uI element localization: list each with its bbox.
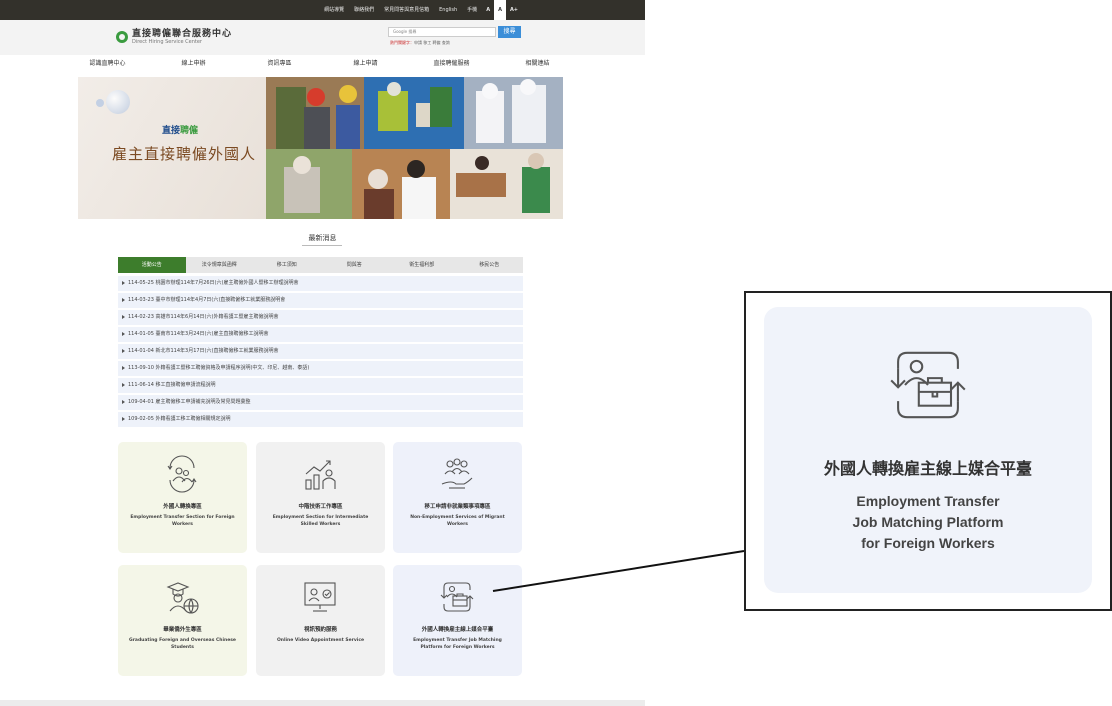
video-monitor-icon <box>304 582 336 612</box>
news-item[interactable]: 114-01-04 新北市114年3月17日(六)直接聘僱移工就業服務說明會 <box>118 344 523 359</box>
news-item[interactable]: 114-02-23 高雄市114年6月14日(六)外籍看護工暨雇主聘僱說明會 <box>118 310 523 325</box>
card-non-employment[interactable]: 移工申請非就業類事項專區 Non-Employment Services of … <box>393 442 522 553</box>
topbar-link-contact[interactable]: 聯絡我們 <box>349 0 379 20</box>
font-size-small-button[interactable]: A <box>482 0 494 20</box>
hot-keywords-label: 熱門關鍵字： <box>390 40 414 45</box>
hero-banner[interactable]: 直接聘僱 雇主直接聘僱外國人 <box>78 77 563 219</box>
card-job-matching[interactable]: 外國人轉換雇主線上媒合平臺 Employment Transfer Job Ma… <box>393 565 522 676</box>
tab-regulations[interactable]: 法令規章與函釋 <box>186 257 254 273</box>
logo-mark-icon <box>116 31 128 43</box>
tab-activities[interactable]: 活動公告 <box>118 257 186 273</box>
card-title: 視訊預約服務 <box>303 627 337 633</box>
font-size-medium-button[interactable]: A <box>494 0 506 20</box>
nav-item-service[interactable]: 直接聘僱服務 <box>409 55 495 73</box>
card-subtitle: Employment Transfer Job Matching Platfor… <box>413 638 502 650</box>
decor-bubble-small <box>96 99 104 107</box>
site-name-en: Direct Hiring Service Center <box>132 39 202 45</box>
news-item[interactable]: 113-09-10 外籍看護工暨移工聘僱資格及申請程序說明(中文、印尼、越南、泰… <box>118 361 523 376</box>
topbar-link-faq[interactable]: 常見問答與意見信箱 <box>379 0 434 20</box>
news-item[interactable]: 109-02-05 外籍看護工移工聘僱相關規定說明 <box>118 412 523 427</box>
nav-item-info[interactable]: 資訊專區 <box>237 55 323 73</box>
site-logo[interactable]: 直接聘僱聯合服務中心 Direct Hiring Service Center <box>116 29 232 45</box>
banner-text-panel: 直接聘僱 雇主直接聘僱外國人 <box>78 77 268 219</box>
decor-bubble <box>106 90 130 114</box>
card-subtitle: Online Video Appointment Service <box>276 638 365 643</box>
transfer-people-icon <box>167 455 197 493</box>
tab-worker-notes[interactable]: 移工須知 <box>253 257 321 273</box>
website-screenshot: 網站導覽 聯絡我們 常見問答與意見信箱 English 手機 A A A+ 直接… <box>0 0 645 706</box>
graduate-globe-icon <box>166 582 199 614</box>
font-size-large-button[interactable]: A+ <box>506 0 522 20</box>
tab-qa[interactable]: 問與答 <box>321 257 389 273</box>
search-button[interactable]: 搜尋 <box>498 26 521 38</box>
tab-health[interactable]: 衛生福利部 <box>388 257 456 273</box>
tab-immigration[interactable]: 移民公告 <box>456 257 524 273</box>
card-title: 中階技術工作專區 <box>298 504 343 510</box>
card-transfer-section[interactable]: 外國人轉換專區 Employment Transfer Section for … <box>118 442 247 553</box>
zoom-subtitle-line1: Employment Transfer <box>856 493 1000 509</box>
job-matching-icon <box>890 351 966 419</box>
zoom-card-title: 外國人轉換雇主線上媒合平臺 <box>823 461 1032 478</box>
news-item[interactable]: 114-01-05 臺南市114年3月24日(六)雇主直接聘僱移工說明會 <box>118 327 523 342</box>
zoom-subtitle-line2: Job Matching Platform <box>852 514 1004 530</box>
nav-item-apply[interactable]: 線上申請 <box>323 55 409 73</box>
nav-item-about[interactable]: 認識直聘中心 <box>65 55 151 73</box>
site-header: 直接聘僱聯合服務中心 Direct Hiring Service Center … <box>0 20 645 55</box>
card-subtitle: Non-Employment Services of Migrant Worke… <box>410 515 505 527</box>
card-subtitle: Employment Transfer Section for Foreign … <box>130 515 235 527</box>
news-tabs: 活動公告 法令規章與函釋 移工須知 問與答 衛生福利部 移民公告 <box>118 257 523 273</box>
job-matching-icon <box>440 582 474 612</box>
banner-logo: 直接聘僱 <box>162 123 198 136</box>
news-section-title: 最新消息 <box>308 234 337 242</box>
main-nav: 認識直聘中心 線上申辦 資訊專區 線上申請 直接聘僱服務 相關連結 <box>0 55 645 73</box>
card-intermediate-skilled[interactable]: 中階技術工作專區 Employment Section for Intermed… <box>256 442 385 553</box>
news-item[interactable]: 114-05-25 桃園市辦理114年7月26日(六)雇主聘僱外國人暨移工辦理說… <box>118 276 523 291</box>
site-name: 直接聘僱聯合服務中心 <box>132 29 233 39</box>
zoom-callout: 外國人轉換雇主線上媒合平臺 Employment Transfer Job Ma… <box>744 291 1112 611</box>
news-item[interactable]: 111-06-14 移工直接聘僱申請流程說明 <box>118 378 523 393</box>
growth-chart-icon <box>305 460 336 490</box>
news-item[interactable]: 114-03-23 臺中市辦理114年4月7日(六)直接聘僱移工就業服務說明會 <box>118 293 523 308</box>
banner-logo-text: 直接 <box>162 126 181 136</box>
hot-keywords: 熱門關鍵字：申請 移工 聘僱 查詢 <box>390 40 450 46</box>
hot-keywords-list[interactable]: 申請 移工 聘僱 查詢 <box>414 40 450 45</box>
search-input[interactable]: Google 搜尋 <box>388 27 496 37</box>
nav-item-links[interactable]: 相關連結 <box>495 55 581 73</box>
card-subtitle: Employment Section for Intermediate Skil… <box>272 515 369 527</box>
topbar-link-english[interactable]: English <box>434 0 462 20</box>
news-title-underline <box>302 245 342 246</box>
news-item[interactable]: 109-04-01 雇主聘僱移工申請補充說明及常見問題彙整 <box>118 395 523 410</box>
banner-logo-text2: 聘僱 <box>180 126 199 136</box>
card-video-appointment[interactable]: 視訊預約服務 Online Video Appointment Service <box>256 565 385 676</box>
group-hand-icon <box>441 458 473 489</box>
zoomed-job-matching-card[interactable]: 外國人轉換雇主線上媒合平臺 Employment Transfer Job Ma… <box>764 307 1092 593</box>
top-utility-bar: 網站導覽 聯絡我們 常見問答與意見信箱 English 手機 A A A+ <box>0 0 645 20</box>
card-title: 移工申請非就業類事項專區 <box>424 504 491 510</box>
footer-strip <box>0 700 645 706</box>
zoom-subtitle-line3: for Foreign Workers <box>861 535 995 551</box>
banner-title: 雇主直接聘僱外國人 <box>112 145 257 163</box>
zoom-card-subtitle: Employment Transfer Job Matching Platfor… <box>764 491 1092 554</box>
card-title: 外國人轉換專區 <box>163 504 202 510</box>
card-subtitle: Graduating Foreign and Overseas Chinese … <box>129 638 236 650</box>
card-title: 外國人轉換雇主線上媒合平臺 <box>421 627 494 633</box>
nav-item-online[interactable]: 線上申辦 <box>151 55 237 73</box>
card-graduating-students[interactable]: 畢業僑外生專區 Graduating Foreign and Overseas … <box>118 565 247 676</box>
topbar-link-sitemap[interactable]: 網站導覽 <box>319 0 349 20</box>
card-title: 畢業僑外生專區 <box>163 627 202 633</box>
topbar-link-mobile[interactable]: 手機 <box>462 0 482 20</box>
news-list: 114-05-25 桃園市辦理114年7月26日(六)雇主聘僱外國人暨移工辦理說… <box>118 276 523 429</box>
worker-photo-collage <box>266 77 563 219</box>
